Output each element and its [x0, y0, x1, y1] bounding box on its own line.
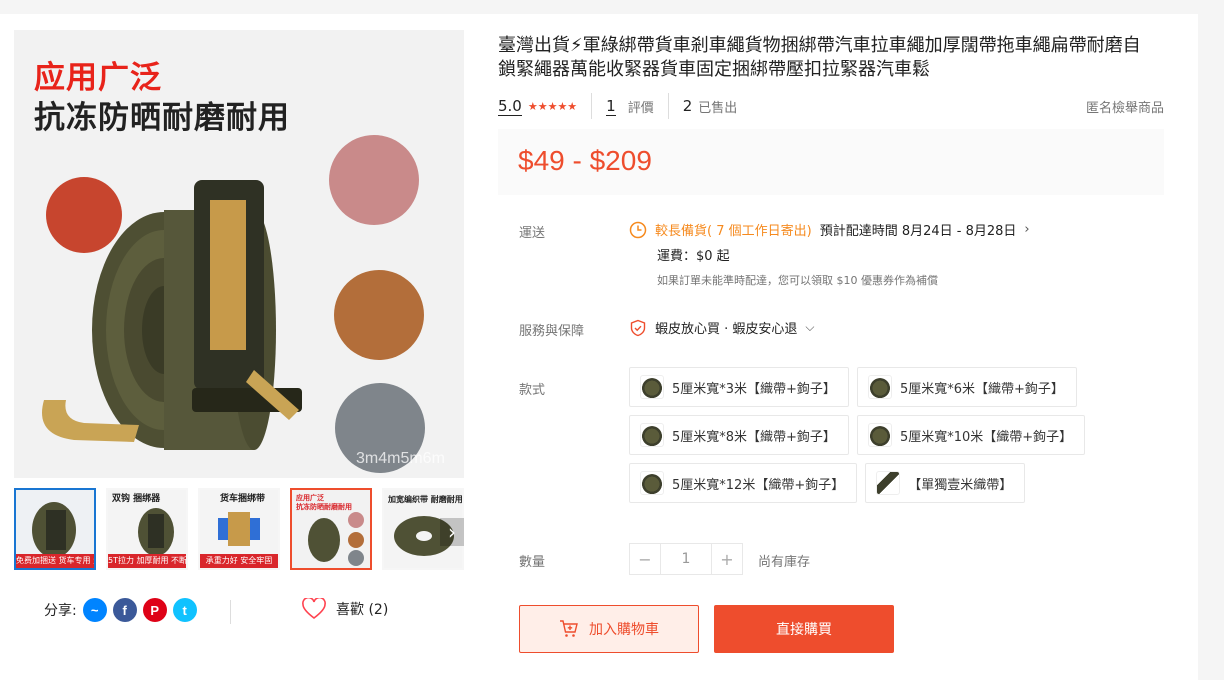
quantity-increase-button[interactable]: +	[711, 543, 743, 575]
stock-status: 尚有庫存	[758, 555, 811, 570]
guarantee-info[interactable]: 蝦皮放心買 · 蝦皮安心退 ⌵	[629, 318, 815, 337]
report-link[interactable]: 匿名檢舉商品	[1086, 97, 1164, 116]
variant-option[interactable]: 5厘米寬*12米【織帶+鉤子】	[629, 463, 858, 503]
sold-count: 2	[682, 97, 693, 115]
product-title: 臺灣出貨⚡軍綠綁帶貨車剎車繩貨物捆綁帶汽車拉車繩加厚闊帶拖車繩扁帶耐磨自鎖緊繩器…	[498, 35, 1141, 80]
reviews-count[interactable]: 1	[606, 97, 616, 116]
share-label: 分享:	[44, 603, 77, 619]
reviews-label: 評價	[627, 100, 654, 116]
thumbnail-1-caption: 免费加捆送 货车专用 量大优惠	[16, 554, 94, 568]
buy-now-button[interactable]: 直接購買	[714, 605, 894, 653]
chevron-down-icon: ⌵	[805, 320, 815, 334]
stats-divider	[591, 93, 593, 119]
shipping-compensation: 如果訂單未能準時配達，您可以領取 $10 優惠券作為補償	[657, 274, 938, 287]
variant-option-label: 5厘米寬*12米【織帶+鉤子】	[672, 477, 845, 493]
main-product-image[interactable]: 应用广泛 抗冻防晒耐磨耐用 3m4m5m6m	[14, 30, 464, 478]
guarantee-text: 蝦皮放心買 · 蝦皮安心退	[655, 322, 798, 337]
rating-score[interactable]: 5.0	[498, 97, 522, 116]
heart-icon	[302, 598, 326, 620]
rating-bar: 5.0 ★★★★★ 1 評價 2 已售出 匿名檢舉商品	[498, 92, 1164, 120]
thumbnail-4[interactable]: 应用广泛 抗冻防晒耐磨耐用	[290, 488, 372, 570]
quantity-stepper: − 1 +	[629, 543, 743, 575]
shipping-lead-time: 較長備貨( 7 個工作日寄出)	[655, 224, 812, 239]
shipping-fee: 運費：$0 起	[657, 249, 730, 264]
clock-icon	[629, 221, 647, 238]
variant-option-label: 5厘米寬*10米【織帶+鉤子】	[899, 429, 1073, 445]
rating-stars-icon: ★★★★★	[527, 99, 578, 113]
thumbnail-2-title: 双钩 捆绑器	[112, 494, 161, 504]
image-headline-red: 应用广泛	[34, 60, 162, 96]
pinterest-icon[interactable]: P	[142, 598, 167, 622]
variant-option[interactable]: 5厘米寬*10米【織帶+鉤子】	[856, 415, 1086, 455]
variant-thumbnail	[640, 375, 664, 399]
variant-option[interactable]: 5厘米寬*8米【織帶+鉤子】	[629, 415, 849, 455]
thumbnail-1[interactable]: 免费加捆送 货车专用 量大优惠	[14, 488, 96, 570]
cart-plus-icon	[560, 620, 578, 637]
quantity-input[interactable]: 1	[661, 543, 711, 575]
price-range: $49 - $209	[518, 145, 652, 176]
variant-label: 款式	[519, 383, 546, 398]
guarantee-label: 服務與保障	[519, 324, 585, 339]
variant-thumbnail	[640, 471, 664, 495]
variant-option[interactable]: 5厘米寬*6米【織帶+鉤子】	[856, 367, 1077, 407]
variant-option[interactable]: 【單獨壹米織帶】	[865, 463, 1026, 503]
variant-option-label: 5厘米寬*3米【織帶+鉤子】	[672, 381, 836, 397]
chevron-right-icon[interactable]: ›	[1024, 222, 1029, 237]
shipping-label: 運送	[519, 226, 546, 241]
shield-check-icon	[630, 319, 646, 336]
shipping-info: 較長備貨( 7 個工作日寄出) 預計配達時間 8月24日 - 8月28日 › 運…	[629, 220, 1030, 288]
variant-thumbnail	[867, 423, 892, 447]
variant-thumbnail	[640, 423, 664, 447]
thumbnail-2[interactable]: 双钩 捆绑器 5T拉力 加厚耐用 不断裂	[106, 488, 188, 570]
thumbnail-next-arrow-icon[interactable]: ›	[440, 518, 464, 546]
thumbnail-2-caption: 5T拉力 加厚耐用 不断裂	[108, 554, 186, 568]
quantity-decrease-button[interactable]: −	[629, 543, 661, 575]
share-bar: 分享: ~ f P t	[44, 598, 197, 622]
thumbnail-3-title: 货车捆绑带	[220, 494, 266, 504]
thumbnail-strip: 免费加捆送 货车专用 量大优惠 双钩 捆绑器 5T拉力 加厚耐用 不断裂 货车捆…	[14, 488, 464, 572]
variant-option-label: 5厘米寬*6米【織帶+鉤子】	[899, 381, 1064, 397]
like-button[interactable]: 喜歡 (2)	[302, 598, 388, 620]
variant-option-label: 【單獨壹米織帶】	[908, 477, 1013, 493]
variant-options: 5厘米寬*3米【織帶+鉤子】 5厘米寬*6米【織帶+鉤子】 5厘米寬*8米【織帶…	[629, 367, 1099, 503]
variant-thumbnail	[876, 471, 901, 495]
shipping-estimate[interactable]: 預計配達時間 8月24日 - 8月28日	[820, 220, 1017, 239]
add-to-cart-label: 加入購物車	[589, 622, 659, 638]
variant-thumbnail	[867, 375, 892, 399]
image-watermark: 3m4m5m6m	[356, 450, 445, 467]
stats-divider	[667, 93, 669, 119]
like-label: 喜歡 (2)	[336, 602, 389, 618]
facebook-icon[interactable]: f	[112, 598, 137, 622]
price-section: $49 - $209	[498, 129, 1164, 195]
sold-label: 已售出	[698, 100, 738, 116]
thumbnail-5-title: 加宽编织带 耐磨耐用	[388, 495, 463, 504]
add-to-cart-button[interactable]: 加入購物車	[519, 605, 699, 653]
variant-option-label: 5厘米寬*8米【織帶+鉤子】	[672, 429, 836, 445]
thumbnail-3-caption: 承重力好 安全牢固	[200, 554, 278, 568]
image-headline-black: 抗冻防晒耐磨耐用	[34, 100, 290, 136]
thumbnail-3[interactable]: 货车捆绑带 承重力好 安全牢固	[198, 488, 280, 570]
share-divider	[230, 600, 231, 624]
thumbnail-4-title: 应用广泛 抗冻防晒耐磨耐用	[296, 494, 352, 511]
messenger-icon[interactable]: ~	[82, 598, 107, 622]
variant-option[interactable]: 5厘米寬*3米【織帶+鉤子】	[629, 367, 849, 407]
quantity-label: 數量	[519, 555, 546, 570]
twitter-icon[interactable]: t	[172, 598, 197, 622]
